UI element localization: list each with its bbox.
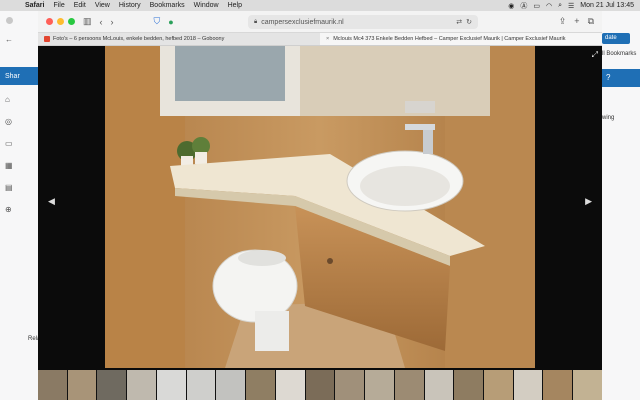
previous-photo-arrow[interactable]: ◀ bbox=[48, 196, 55, 207]
thumbnail[interactable] bbox=[38, 370, 67, 400]
menu-help[interactable]: Help bbox=[228, 2, 242, 9]
tab-title: Mclouis Mc4 373 Enkele Bedden Hefbed – C… bbox=[333, 36, 566, 42]
right-page-text: wing bbox=[602, 115, 615, 121]
thumbnail[interactable] bbox=[454, 370, 484, 400]
thumbnail[interactable] bbox=[246, 370, 275, 400]
tab-overview-icon[interactable]: ⧉ bbox=[588, 16, 594, 27]
keyboard-icon[interactable]: ▭ bbox=[5, 139, 13, 148]
sidebar-icon[interactable]: ▥ bbox=[83, 16, 92, 27]
traffic-lights bbox=[46, 18, 75, 25]
background-page-left: ← Shar ⌂ ◎ ▭ ▦ ▤ ⊕ Relat bbox=[0, 11, 42, 400]
thumbnail[interactable] bbox=[484, 370, 513, 400]
next-photo-arrow[interactable]: ▶ bbox=[585, 196, 592, 207]
thumbnail[interactable] bbox=[127, 370, 156, 400]
thumbnail[interactable] bbox=[335, 370, 365, 400]
menu-app-name[interactable]: Safari bbox=[25, 2, 44, 9]
add-icon[interactable]: ⊕ bbox=[5, 205, 12, 214]
grid-icon[interactable]: ▦ bbox=[5, 161, 13, 170]
photo-lightbox: ◀ ▶ ⤢ bbox=[38, 46, 602, 400]
search-icon[interactable]: ⌕ bbox=[558, 2, 562, 10]
back-icon[interactable]: ‹ bbox=[100, 17, 103, 27]
bathroom-photo-illustration bbox=[105, 46, 535, 368]
thumbnail[interactable] bbox=[424, 370, 454, 400]
forward-icon[interactable]: › bbox=[111, 17, 114, 27]
address-bar[interactable]: 🔒︎ campersexclusiefmaurik.nl ⇄ ↻ bbox=[248, 15, 478, 29]
sidebar-header: Shar bbox=[0, 67, 38, 85]
thumbnail[interactable] bbox=[305, 370, 335, 400]
minimize-window-button[interactable] bbox=[57, 18, 64, 25]
menu-history[interactable]: History bbox=[119, 2, 141, 9]
reload-icon[interactable]: ↻ bbox=[466, 18, 472, 26]
thumbnail[interactable] bbox=[394, 370, 424, 400]
thumbnail[interactable] bbox=[186, 370, 216, 400]
thumbnail[interactable] bbox=[216, 370, 246, 400]
status-app-icon[interactable]: ◉ bbox=[508, 2, 514, 10]
home-icon[interactable]: ⌂ bbox=[5, 95, 10, 104]
back-icon[interactable]: ← bbox=[5, 35, 13, 44]
zoom-window-button[interactable] bbox=[68, 18, 75, 25]
thumbnail[interactable] bbox=[543, 370, 573, 400]
thumbnail[interactable] bbox=[513, 370, 543, 400]
tab-goboony[interactable]: Foto's – 6 persoons McLouis, enkele bedd… bbox=[38, 33, 320, 45]
thumbnail[interactable] bbox=[67, 370, 97, 400]
tab-bar: Foto's – 6 persoons McLouis, enkele bedd… bbox=[38, 33, 602, 46]
thumbnail[interactable] bbox=[573, 370, 602, 400]
tab-camper-exclusief[interactable]: × Mclouis Mc4 373 Enkele Bedden Hefbed –… bbox=[320, 33, 602, 45]
tab-title: Foto's – 6 persoons McLouis, enkele bedd… bbox=[53, 36, 225, 42]
bookmarks-link[interactable]: ll Bookmarks bbox=[602, 51, 636, 57]
thumbnail[interactable] bbox=[156, 370, 186, 400]
thumbnail-strip bbox=[38, 370, 602, 400]
clock[interactable]: Mon 21 Jul 13:45 bbox=[580, 2, 634, 9]
wifi-icon[interactable]: ◠ bbox=[546, 2, 552, 10]
thumbnail[interactable] bbox=[275, 370, 305, 400]
share-icon[interactable]: ⇪ bbox=[559, 16, 567, 27]
menu-bookmarks[interactable]: Bookmarks bbox=[150, 2, 185, 9]
thumbnail[interactable] bbox=[97, 370, 127, 400]
menu-view[interactable]: View bbox=[95, 2, 110, 9]
new-tab-icon[interactable]: + bbox=[574, 16, 579, 27]
url-text[interactable]: campersexclusiefmaurik.nl bbox=[261, 19, 452, 26]
menu-window[interactable]: Window bbox=[194, 2, 219, 9]
favicon-icon bbox=[44, 36, 50, 42]
sidebar-header-label: Shar bbox=[5, 72, 20, 80]
window-dot bbox=[6, 17, 13, 24]
lock-icon: 🔒︎ bbox=[254, 18, 258, 25]
help-icon[interactable]: ? bbox=[606, 73, 610, 82]
extension-icon[interactable]: ● bbox=[168, 17, 173, 27]
shield-icon[interactable]: ⛉ bbox=[154, 16, 161, 27]
close-tab-icon[interactable]: × bbox=[326, 36, 329, 42]
menu-file[interactable]: File bbox=[53, 2, 64, 9]
battery-icon[interactable]: ▭ bbox=[533, 2, 540, 10]
database-icon[interactable]: ▤ bbox=[5, 183, 13, 192]
translate-icon[interactable]: ⇄ bbox=[456, 18, 462, 26]
expand-icon[interactable]: ⤢ bbox=[592, 50, 598, 60]
account-icon[interactable]: Ⓐ bbox=[520, 1, 527, 11]
menu-edit[interactable]: Edit bbox=[74, 2, 86, 9]
globe-icon[interactable]: ◎ bbox=[5, 117, 12, 126]
background-page-right: date ll Bookmarks ? wing bbox=[602, 11, 640, 400]
safari-toolbar: ▥ ‹ › ⛉ ● 🔒︎ campersexclusiefmaurik.nl ⇄… bbox=[38, 11, 602, 33]
macos-menubar: Safari File Edit View History Bookmarks … bbox=[0, 0, 640, 11]
control-center-icon[interactable]: ☰ bbox=[568, 2, 574, 10]
thumbnail[interactable] bbox=[365, 370, 394, 400]
main-photo bbox=[105, 46, 535, 368]
update-button[interactable]: date bbox=[602, 33, 630, 44]
close-window-button[interactable] bbox=[46, 18, 53, 25]
